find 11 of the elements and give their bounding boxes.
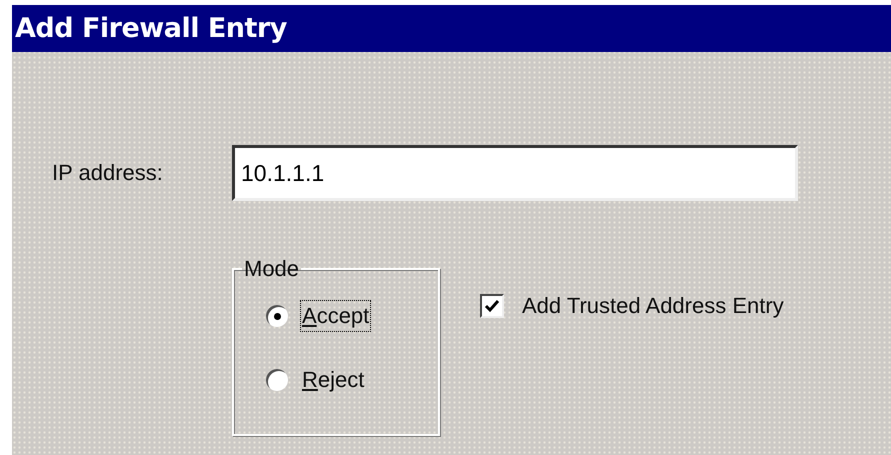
field-label: IP address: [52,160,164,186]
radio-button[interactable] [266,369,288,391]
checkbox-label[interactable]: Add Trusted Address Entry [522,293,784,319]
radio-button[interactable] [266,305,288,327]
radio-label[interactable]: Accept [300,300,372,332]
checkbox[interactable] [480,294,504,318]
check-icon [484,299,500,313]
ip-address-field[interactable]: 10.1.1.1 [232,145,798,201]
window-title: Add Firewall Entry [15,13,287,44]
group-legend: Mode [242,256,302,282]
radio-label[interactable]: Reject [300,364,366,396]
